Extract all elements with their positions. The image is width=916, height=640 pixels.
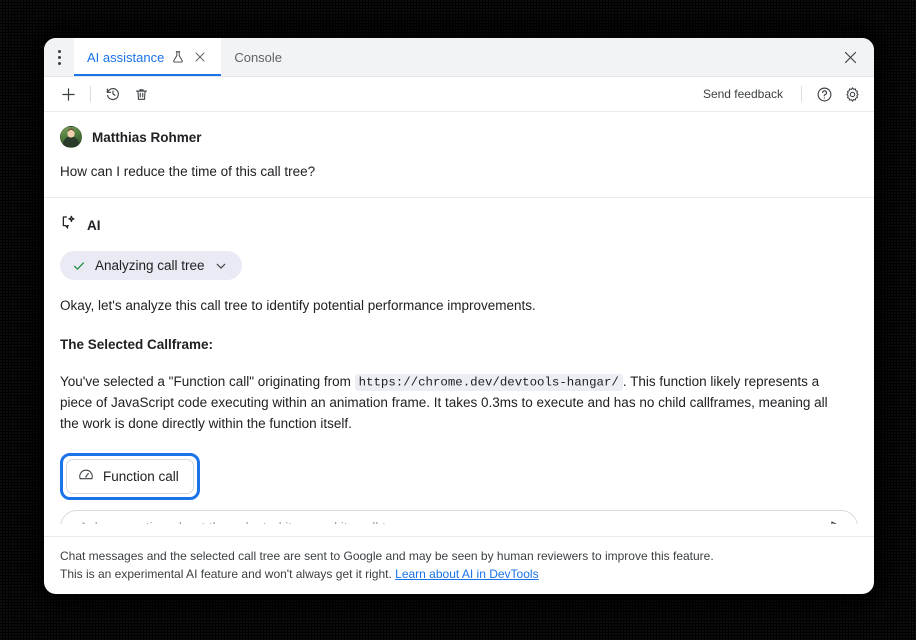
- footer-disclaimer: Chat messages and the selected call tree…: [44, 536, 874, 594]
- tab-ai-assistance[interactable]: AI assistance: [74, 38, 221, 76]
- learn-about-ai-link[interactable]: Learn about AI in DevTools: [395, 567, 538, 581]
- send-icon[interactable]: [823, 515, 849, 524]
- user-header: Matthias Rohmer: [60, 126, 858, 148]
- inline-code-url: https://chrome.dev/devtools-hangar/: [355, 374, 623, 391]
- delete-icon[interactable]: [127, 81, 155, 107]
- tab-console-label: Console: [234, 50, 282, 65]
- panel-close-icon[interactable]: [836, 38, 864, 76]
- more-options-icon[interactable]: [44, 38, 74, 76]
- chevron-down-icon: [214, 259, 228, 273]
- panel-toolbar: Send feedback: [44, 77, 874, 112]
- ai-body-paragraph: You've selected a "Function call" origin…: [44, 372, 874, 435]
- check-icon: [72, 259, 86, 273]
- user-message-text: How can I reduce the time of this call t…: [44, 148, 874, 179]
- selected-item-chip[interactable]: Function call: [66, 459, 194, 494]
- chat-input[interactable]: [77, 519, 823, 523]
- ai-header: AI: [60, 214, 858, 237]
- analysis-step-chip[interactable]: Analyzing call tree: [60, 251, 242, 280]
- analysis-step-label: Analyzing call tree: [95, 258, 205, 273]
- selected-item-focus-ring: Function call: [60, 453, 200, 500]
- tab-strip: AI assistance Console: [44, 38, 874, 77]
- footer-line-1: Chat messages and the selected call tree…: [60, 549, 714, 563]
- ai-intro-paragraph: Okay, let's analyze this call tree to id…: [44, 296, 874, 317]
- user-message-block: Matthias Rohmer: [44, 112, 874, 148]
- gear-icon[interactable]: [838, 81, 866, 107]
- ai-sparkle-icon: [60, 214, 78, 237]
- ai-section-heading: The Selected Callframe:: [44, 335, 874, 356]
- tab-console[interactable]: Console: [221, 38, 295, 76]
- tab-close-icon[interactable]: [192, 49, 208, 65]
- toolbar-divider: [90, 86, 91, 102]
- avatar: [60, 126, 82, 148]
- tab-ai-assistance-label: AI assistance: [87, 50, 164, 65]
- send-feedback-button[interactable]: Send feedback: [693, 87, 793, 101]
- new-chat-icon[interactable]: [54, 81, 82, 107]
- help-icon[interactable]: [810, 81, 838, 107]
- performance-gauge-icon: [78, 467, 94, 486]
- input-row: [44, 500, 874, 524]
- ai-body-part1: You've selected a "Function call" origin…: [60, 374, 351, 389]
- conversation-area: Matthias Rohmer How can I reduce the tim…: [44, 112, 874, 524]
- user-name: Matthias Rohmer: [92, 130, 202, 145]
- devtools-ai-assistance-panel: AI assistance Console: [44, 38, 874, 594]
- history-icon[interactable]: [99, 81, 127, 107]
- toolbar-divider-2: [801, 86, 802, 102]
- chat-input-container[interactable]: [60, 510, 858, 524]
- ai-message-block: AI Analyzing call tree: [44, 198, 874, 280]
- ai-label: AI: [87, 218, 101, 233]
- flask-icon: [171, 50, 185, 64]
- selected-item-label: Function call: [103, 469, 179, 484]
- footer-line-2: This is an experimental AI feature and w…: [60, 567, 392, 581]
